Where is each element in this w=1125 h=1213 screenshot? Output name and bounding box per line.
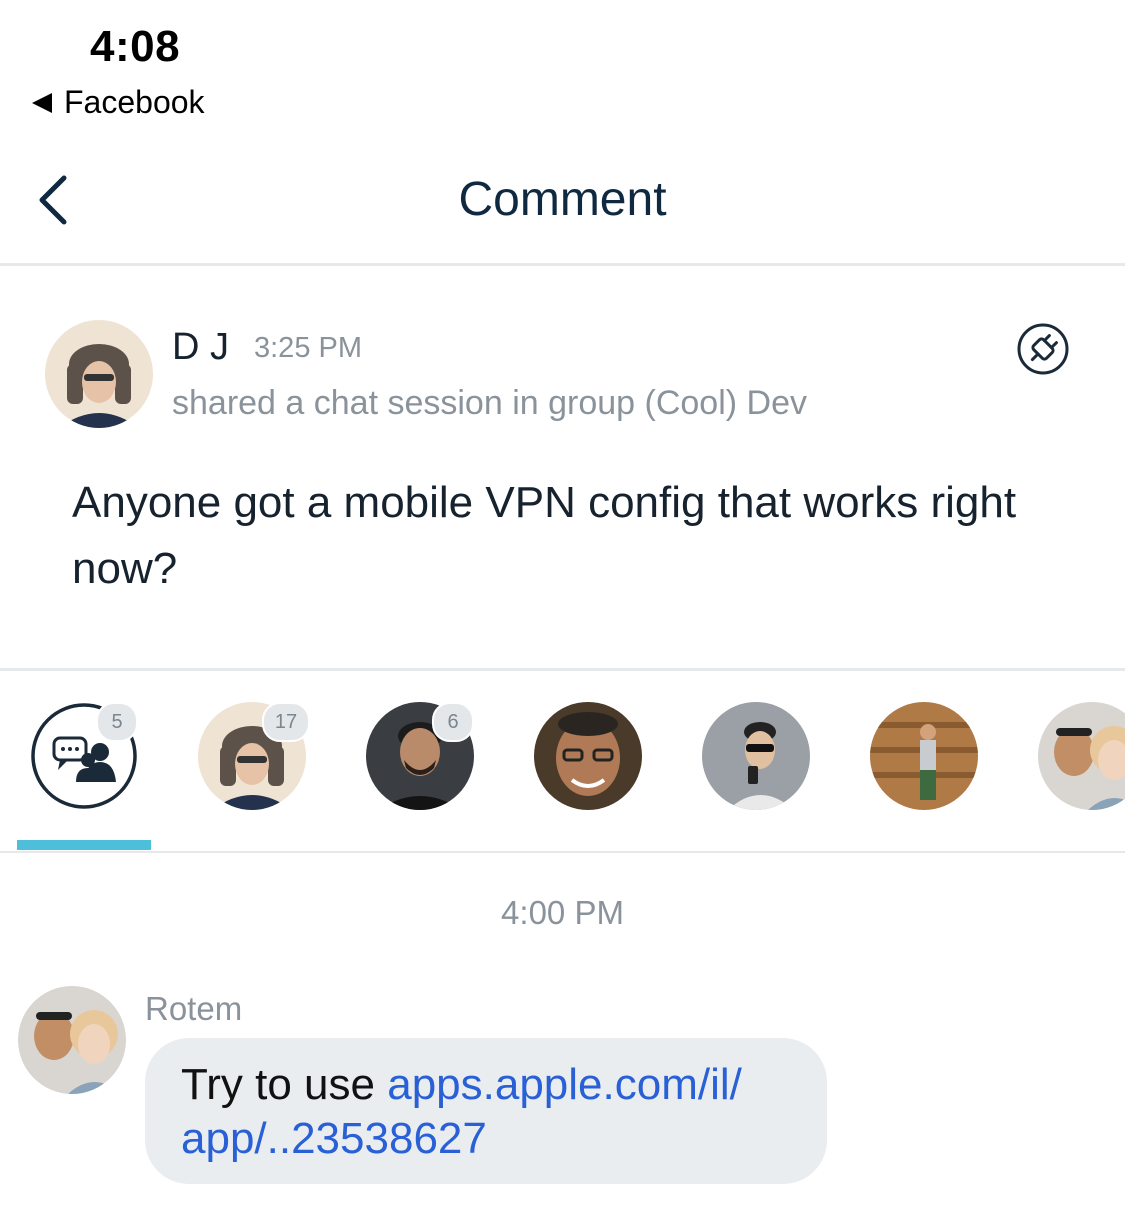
active-tab-indicator bbox=[17, 840, 151, 850]
message-text: Try to use bbox=[181, 1060, 388, 1109]
tabs-divider bbox=[0, 851, 1125, 853]
participant-count-badge: 17 bbox=[262, 702, 310, 742]
status-time: 4:08 bbox=[90, 22, 181, 71]
back-app-label: Facebook bbox=[64, 84, 205, 120]
message-sender-avatar[interactable] bbox=[18, 986, 126, 1094]
back-triangle-icon bbox=[32, 92, 52, 113]
participant-avatar[interactable] bbox=[702, 702, 810, 810]
post-divider bbox=[0, 668, 1125, 671]
time-separator: 4:00 PM bbox=[501, 894, 624, 931]
participant-avatar[interactable] bbox=[534, 702, 642, 810]
page-title: Comment bbox=[458, 173, 667, 226]
plug-icon[interactable] bbox=[1016, 322, 1070, 376]
message-bubble[interactable]: Try to use apps.apple.com/il/ app/..2353… bbox=[145, 1038, 827, 1184]
participant-avatar[interactable] bbox=[1038, 702, 1125, 810]
post-author-avatar[interactable] bbox=[45, 320, 153, 428]
header-divider bbox=[0, 263, 1125, 266]
post-subtitle: shared a chat session in group (Cool) De… bbox=[172, 384, 807, 422]
back-to-app-button[interactable]: Facebook bbox=[32, 84, 205, 121]
post-author-name[interactable]: D J bbox=[172, 326, 229, 369]
participant-count-badge: 6 bbox=[432, 702, 474, 742]
group-count-badge: 5 bbox=[96, 702, 138, 742]
post-timestamp: 3:25 PM bbox=[254, 332, 362, 364]
message-sender-name: Rotem bbox=[145, 990, 243, 1027]
post-body: Anyone got a mobile VPN config that work… bbox=[72, 478, 1017, 593]
participant-avatar[interactable] bbox=[870, 702, 978, 810]
